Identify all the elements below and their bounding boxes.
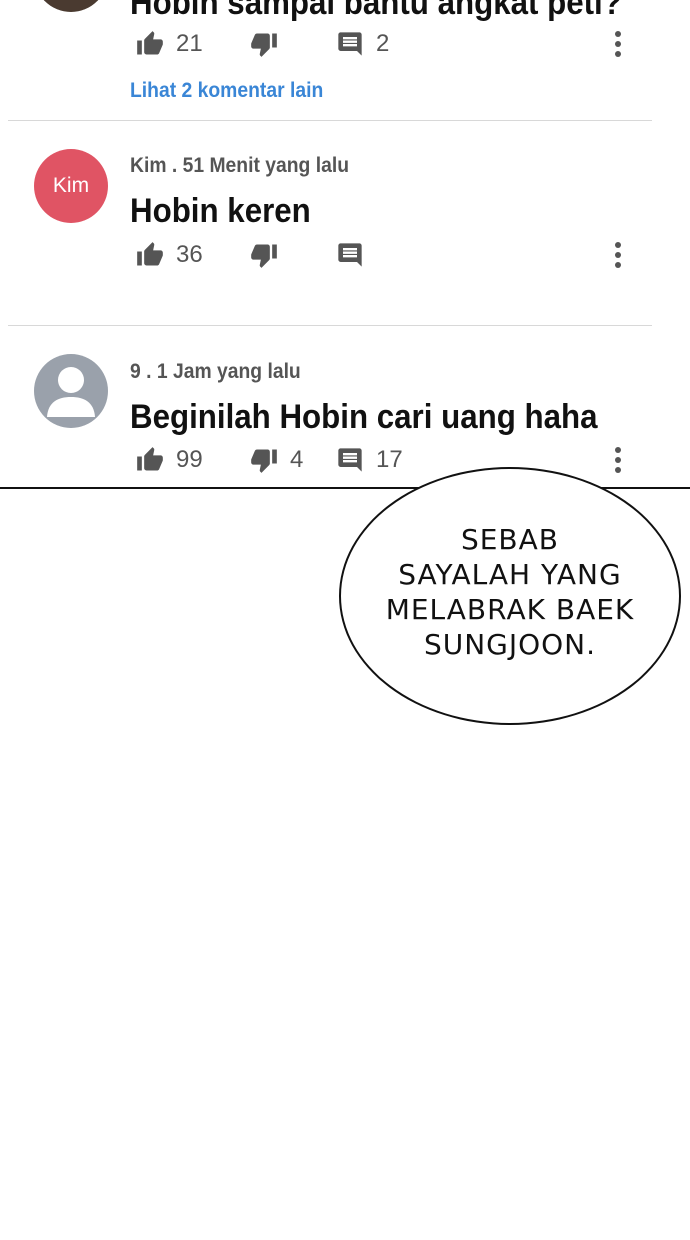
speech-line: MELABRAK BAEK — [385, 593, 635, 626]
comment-icon — [336, 446, 364, 474]
thumbs-up-icon — [136, 241, 164, 269]
reply-count: 17 — [376, 446, 403, 473]
comment-text: Beginilah Hobin cari uang haha — [130, 398, 598, 436]
comment-actions: 21 2 — [136, 26, 636, 62]
divider — [8, 325, 652, 326]
more-vertical-icon[interactable] — [612, 241, 624, 274]
like-button[interactable]: 36 — [136, 237, 203, 273]
divider — [8, 120, 652, 121]
like-count: 21 — [176, 30, 203, 57]
avatar[interactable] — [34, 0, 108, 12]
view-more-replies-link[interactable]: Lihat 2 komentar lain — [130, 79, 323, 103]
comment-meta: 9 . 1 Jam yang lalu — [130, 360, 301, 383]
dislike-button[interactable] — [250, 237, 290, 273]
thumbs-up-icon — [136, 446, 164, 474]
like-button[interactable]: 21 — [136, 26, 203, 62]
comment-actions: 36 — [136, 237, 636, 273]
like-count: 99 — [176, 446, 203, 473]
speech-bubble-text: SEBAB SAYALAH YANG MELABRAK BAEK SUNGJOO… — [386, 522, 635, 662]
avatar[interactable] — [34, 354, 108, 428]
dislike-button[interactable] — [250, 26, 290, 62]
comment-text: Hobin sampai bantu angkat peti? — [130, 0, 622, 22]
thumbs-down-icon — [250, 241, 278, 269]
comment-meta: Kim . 51 Menit yang lalu — [130, 154, 350, 177]
thumbs-down-icon — [250, 446, 278, 474]
speech-bubble: SEBAB SAYALAH YANG MELABRAK BAEK SUNGJOO… — [339, 467, 681, 725]
comment-text: Hobin keren — [130, 192, 311, 230]
thumbs-down-icon — [250, 30, 278, 58]
comment-icon — [336, 241, 364, 269]
reply-button[interactable] — [336, 237, 376, 273]
like-button[interactable]: 99 — [136, 442, 203, 478]
like-count: 36 — [176, 241, 203, 268]
speech-line: SUNGJOON. — [423, 628, 597, 661]
reply-button[interactable]: 17 — [336, 442, 403, 478]
avatar[interactable]: Kim — [34, 149, 108, 223]
avatar-initials: Kim — [52, 174, 90, 197]
more-vertical-icon[interactable] — [612, 30, 624, 63]
more-vertical-icon[interactable] — [612, 446, 624, 479]
comment-icon — [336, 30, 364, 58]
speech-line: SEBAB — [460, 523, 560, 556]
speech-line: SAYALAH YANG — [398, 558, 622, 591]
reply-count: 2 — [376, 30, 390, 57]
reply-button[interactable]: 2 — [336, 26, 389, 62]
default-user-icon — [34, 354, 108, 428]
dislike-count: 4 — [290, 446, 304, 473]
thumbs-up-icon — [136, 30, 164, 58]
dislike-button[interactable]: 4 — [250, 442, 303, 478]
